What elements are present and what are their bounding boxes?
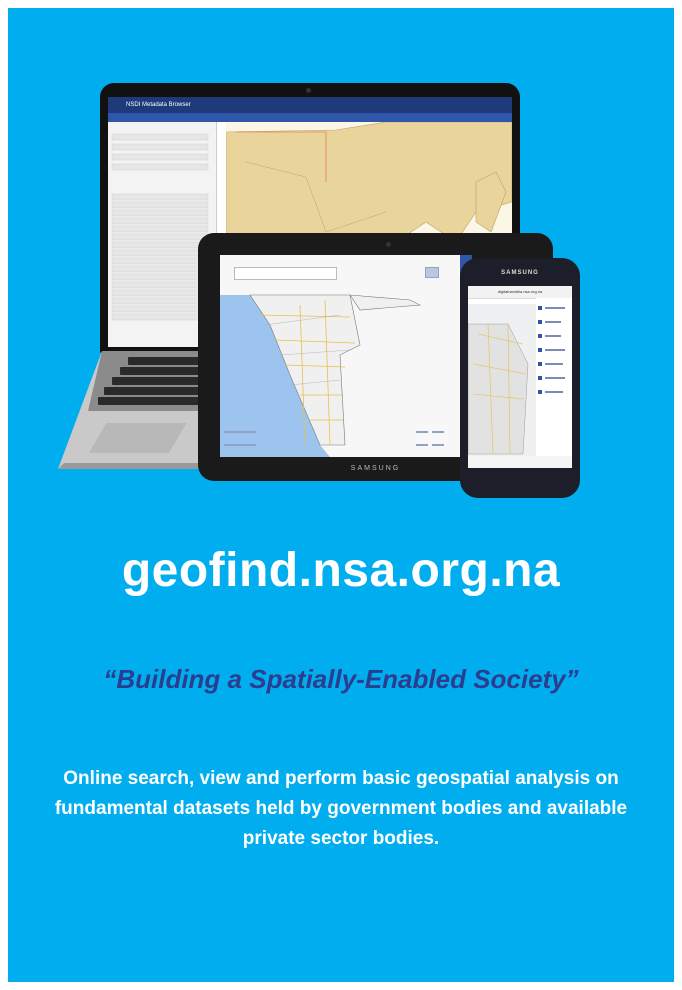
phone-map (468, 304, 536, 456)
laptop-app-title: NSDI Metadata Browser (108, 97, 512, 113)
description: Online search, view and perform basic ge… (54, 768, 628, 849)
laptop-camera (306, 88, 311, 93)
poster: NSDI Metadata Browser SAMSUNG SAMSUNG di… (8, 8, 674, 982)
tablet-screen (220, 255, 460, 457)
phone-menu (536, 298, 572, 456)
website-url[interactable]: geofind.nsa.org.na (8, 543, 674, 598)
phone: SAMSUNG digitalnamibia.nsa.org.na (460, 258, 580, 498)
tablet-thematic-button[interactable] (224, 431, 256, 433)
tablet-menu-button[interactable] (425, 267, 439, 278)
tablet-map (220, 255, 460, 457)
tablet-layers-button[interactable] (432, 444, 444, 446)
phone-menu-items (538, 306, 565, 394)
tablet-camera (386, 242, 391, 247)
phone-nav-bar (468, 456, 572, 468)
tagline: “Building a Spatially-Enabled Society” (103, 664, 579, 694)
phone-map-shapes (468, 304, 536, 456)
phone-screen: digitalnamibia.nsa.org.na (468, 286, 572, 468)
tablet-basemaps-button[interactable] (224, 444, 256, 446)
tablet-zoom-button[interactable] (416, 431, 428, 433)
tablet-search-input[interactable] (234, 267, 337, 280)
tablet-info-button[interactable] (416, 444, 428, 446)
laptop-app-subbar (108, 113, 512, 122)
tablet-locate-button[interactable] (432, 431, 444, 433)
phone-brand: SAMSUNG (501, 270, 539, 276)
